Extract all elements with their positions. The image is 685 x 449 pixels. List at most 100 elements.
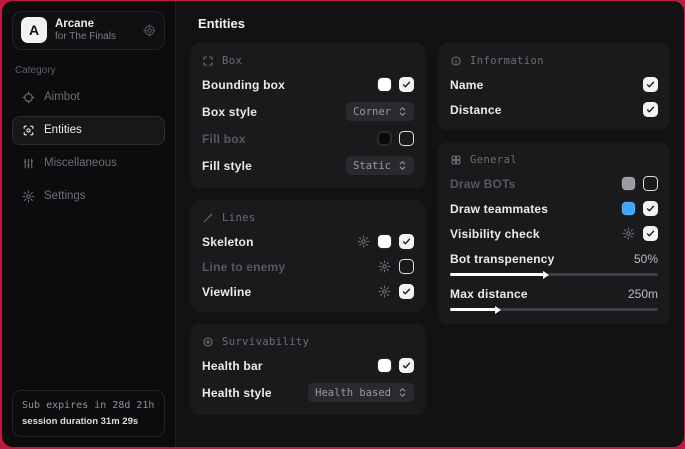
setting-row: Distance (450, 102, 658, 117)
setting-label: Fill box (202, 132, 246, 146)
color-swatch[interactable] (378, 235, 391, 248)
setting-label: Fill style (202, 159, 252, 173)
checkbox[interactable] (399, 131, 414, 146)
setting-label: Visibility check (450, 227, 540, 241)
category-label: Category (15, 65, 162, 76)
setting-label: Draw teammates (450, 202, 548, 216)
dropdown-value: Corner (353, 106, 391, 118)
setting-row: Bounding box (202, 77, 414, 92)
setting-label: Health bar (202, 359, 263, 373)
setting-label: Skeleton (202, 235, 254, 249)
setting-row: Fill box (202, 131, 414, 146)
bot-transparency-slider[interactable] (450, 273, 658, 276)
sidebar-item-miscellaneous[interactable]: Miscellaneous (12, 149, 165, 178)
checkbox[interactable] (399, 259, 414, 274)
card-box: Box Bounding box Box style (190, 43, 426, 188)
gear-icon[interactable] (378, 260, 391, 273)
checkbox[interactable] (643, 176, 658, 191)
info-icon (450, 55, 462, 67)
sidebar-item-label: Entities (44, 124, 82, 136)
checkbox[interactable] (399, 234, 414, 249)
account-card: A Arcane for The Finals (12, 11, 165, 50)
app-window: A Arcane for The Finals Category Aimbot (2, 1, 684, 447)
setting-row: Name (450, 77, 658, 92)
checkbox[interactable] (643, 226, 658, 241)
setting-label: Draw BOTs (450, 177, 516, 191)
color-swatch[interactable] (378, 78, 391, 91)
health-style-dropdown[interactable]: Health based (308, 383, 414, 402)
box-corners-icon (202, 55, 214, 67)
card-general: General Draw BOTs Draw teammates (438, 142, 670, 324)
grid-icon (450, 154, 462, 166)
diagonal-line-icon (202, 212, 214, 224)
gear-icon[interactable] (357, 235, 370, 248)
account-gear-icon[interactable] (143, 24, 156, 37)
sliders-icon (22, 157, 35, 170)
card-title: Information (470, 55, 544, 67)
main-panel: Entities Box Bounding box (176, 1, 684, 447)
setting-label: Name (450, 78, 483, 92)
checkbox[interactable] (399, 77, 414, 92)
setting-row: Line to enemy (202, 259, 414, 274)
chevron-up-down-icon (398, 106, 407, 117)
card-title: Box (222, 55, 242, 67)
app-name: Arcane (55, 17, 116, 31)
setting-label: Distance (450, 103, 502, 117)
sidebar-item-aimbot[interactable]: Aimbot (12, 83, 165, 112)
setting-label: Box style (202, 105, 257, 119)
chevron-up-down-icon (398, 387, 407, 398)
sidebar-item-entities[interactable]: Entities (12, 116, 165, 145)
checkbox[interactable] (399, 358, 414, 373)
box-style-dropdown[interactable]: Corner (346, 102, 414, 121)
sidebar-item-label: Settings (44, 190, 86, 202)
setting-label: Line to enemy (202, 260, 285, 274)
card-title: Survivability (222, 336, 309, 348)
checkbox[interactable] (643, 77, 658, 92)
card-information: Information Name Distance (438, 43, 670, 130)
sidebar-item-settings[interactable]: Settings (12, 182, 165, 211)
max-distance-slider[interactable] (450, 308, 658, 311)
card-lines: Lines Skeleton (190, 200, 426, 312)
app-logo: A (21, 17, 47, 43)
setting-label: Bounding box (202, 78, 285, 92)
checkbox[interactable] (643, 102, 658, 117)
setting-row: Viewline (202, 284, 414, 299)
sub-expires-text: Sub expires in 28d 21h (22, 398, 155, 414)
setting-row: Health bar (202, 358, 414, 373)
slider-thumb[interactable] (543, 271, 549, 279)
bot-transparency-setting: Bot transpenency 50% (450, 252, 658, 276)
card-title: General (470, 154, 517, 166)
setting-row: Draw BOTs (450, 176, 658, 191)
color-swatch[interactable] (378, 132, 391, 145)
app-subtitle: for The Finals (55, 31, 116, 44)
setting-label: Health style (202, 386, 272, 400)
sidebar: A Arcane for The Finals Category Aimbot (2, 1, 176, 447)
card-survivability: Survivability Health bar Health style (190, 324, 426, 415)
sidebar-item-label: Aimbot (44, 91, 80, 103)
color-swatch[interactable] (378, 359, 391, 372)
dropdown-value: Static (353, 160, 391, 172)
slider-thumb[interactable] (495, 306, 501, 314)
slider-value: 50% (634, 252, 658, 266)
fill-style-dropdown[interactable]: Static (346, 156, 414, 175)
max-distance-setting: Max distance 250m (450, 287, 658, 311)
checkbox[interactable] (643, 201, 658, 216)
setting-label: Max distance (450, 287, 528, 301)
setting-row: Skeleton (202, 234, 414, 249)
setting-row: Visibility check (450, 226, 658, 241)
subscription-info: Sub expires in 28d 21h session duration … (12, 390, 165, 437)
checkbox[interactable] (399, 284, 414, 299)
setting-row: Fill style Static (202, 156, 414, 175)
color-swatch[interactable] (622, 202, 635, 215)
page-title: Entities (176, 1, 684, 41)
color-swatch[interactable] (622, 177, 635, 190)
gear-icon (22, 190, 35, 203)
plus-circle-icon (202, 336, 214, 348)
gear-icon[interactable] (378, 285, 391, 298)
slider-value: 250m (628, 287, 658, 301)
setting-row: Draw teammates (450, 201, 658, 216)
dropdown-value: Health based (315, 387, 391, 399)
gear-icon[interactable] (622, 227, 635, 240)
scan-icon (22, 124, 35, 137)
crosshair-icon (22, 91, 35, 104)
